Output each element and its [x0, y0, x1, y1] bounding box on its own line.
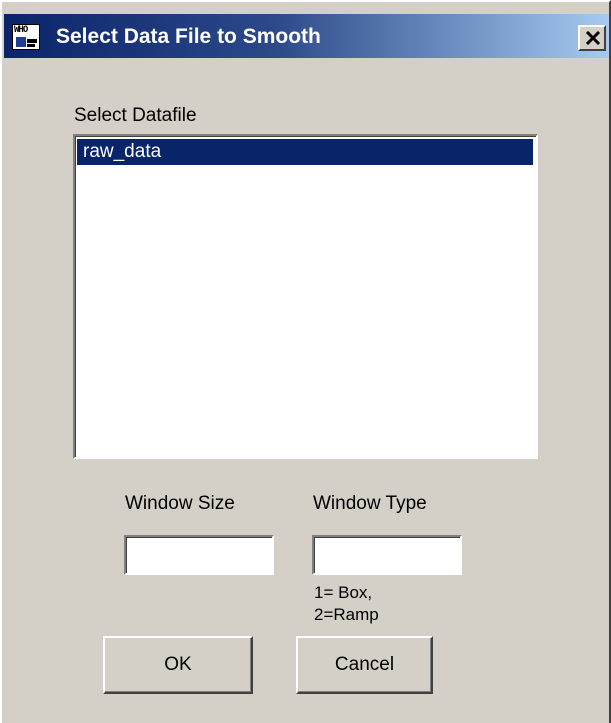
window-title: Select Data File to Smooth [56, 25, 321, 48]
window-type-hint-line: 1= Box, [314, 583, 373, 602]
datafile-listbox[interactable]: raw_data [73, 134, 538, 459]
close-button[interactable] [578, 25, 606, 51]
ok-button[interactable]: OK [103, 636, 253, 694]
app-icon-graphic [27, 44, 35, 47]
window-type-input[interactable] [312, 535, 462, 575]
close-icon [585, 31, 601, 46]
app-icon[interactable]: WHO [12, 24, 40, 50]
list-item[interactable]: raw_data [77, 139, 533, 165]
window-type-hint: 1= Box, 2=Ramp [314, 582, 379, 626]
window-size-label: Window Size [125, 493, 235, 514]
title-bar[interactable]: WHO Select Data File to Smooth [4, 14, 609, 58]
app-icon-graphic [27, 39, 37, 43]
dialog-window: WHO Select Data File to Smooth Select Da… [0, 0, 611, 723]
app-icon-graphic [16, 37, 26, 47]
datafile-label: Select Datafile [74, 105, 197, 126]
window-size-input[interactable] [124, 535, 274, 575]
app-icon-text: WHO [14, 25, 28, 35]
window-type-label: Window Type [313, 493, 427, 514]
window-type-hint-line: 2=Ramp [314, 605, 379, 624]
cancel-button[interactable]: Cancel [296, 636, 433, 694]
